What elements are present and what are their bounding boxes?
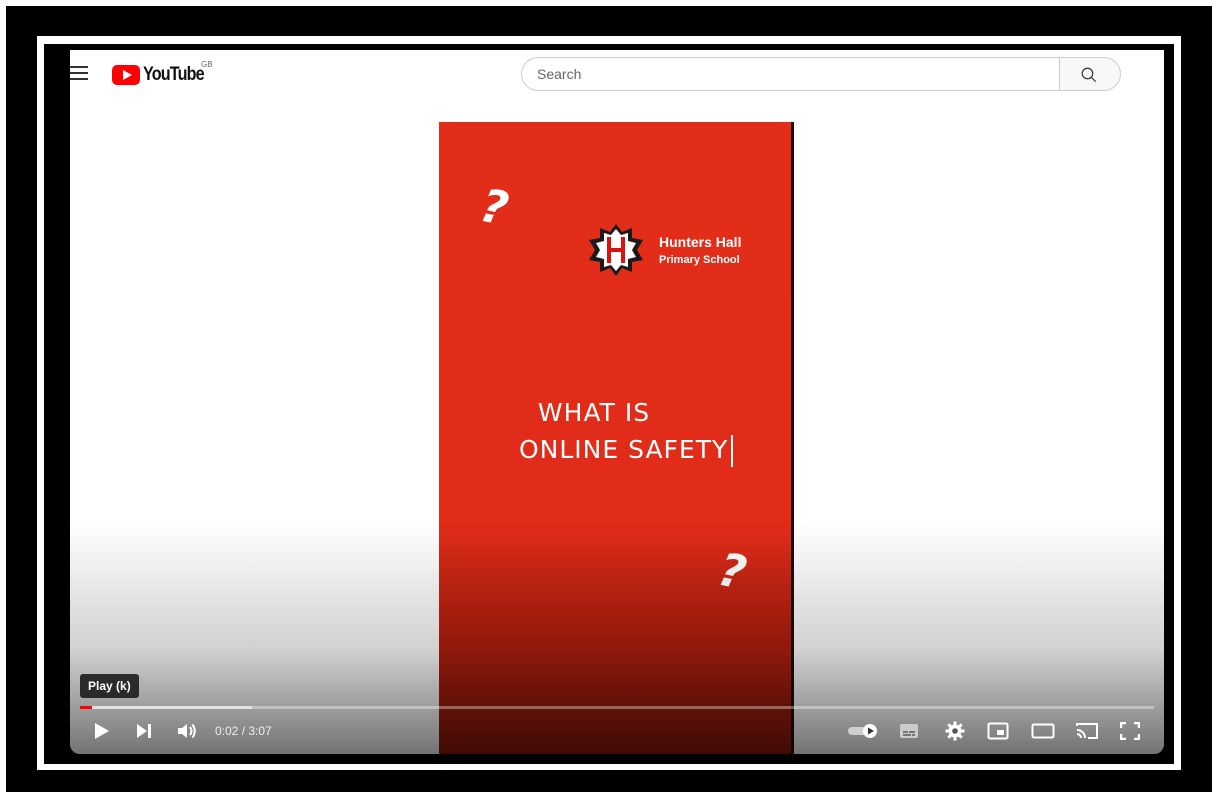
play-button[interactable] [90, 718, 114, 744]
question-mark-bottom: ? [713, 541, 752, 601]
time-separator: / [238, 724, 249, 738]
play-tooltip: Play (k) [80, 674, 139, 698]
progress-bar[interactable] [80, 706, 1154, 709]
youtube-play-logo-icon [112, 65, 140, 85]
cast-button[interactable] [1073, 718, 1101, 744]
headline-line-1: WHAT IS [537, 398, 651, 427]
volume-icon [178, 723, 196, 739]
masthead: YouTube GB Search [70, 50, 1164, 100]
fullscreen-icon [1120, 722, 1140, 740]
next-icon [137, 724, 151, 738]
current-time: 0:02 [215, 724, 239, 738]
theater-mode-button[interactable] [1028, 718, 1058, 744]
youtube-logo[interactable]: YouTube [112, 64, 214, 86]
school-crest-icon [589, 224, 643, 276]
autoplay-toggle[interactable] [846, 718, 880, 744]
volume-button[interactable] [175, 718, 201, 744]
school-subtitle: Primary School [659, 254, 740, 266]
next-button[interactable] [132, 718, 156, 744]
school-name: Hunters Hall [659, 234, 742, 250]
time-display: 0:02 / 3:07 [215, 724, 272, 738]
headline-line-2-text: ONLINE SAFETY [519, 435, 729, 464]
miniplayer-icon [987, 722, 1009, 740]
hamburger-menu-icon[interactable] [70, 66, 88, 80]
youtube-screen: YouTube GB Search ? Hunters Hall Primary… [70, 50, 1164, 754]
duration: 3:07 [248, 724, 272, 738]
subtitles-button[interactable] [896, 718, 922, 744]
theater-mode-icon [1031, 723, 1055, 739]
cast-icon [1076, 723, 1098, 739]
search-button[interactable] [1059, 57, 1121, 91]
question-mark-top: ? [475, 177, 514, 237]
progress-played [80, 706, 92, 709]
subtitles-icon [900, 724, 918, 738]
video-edge-divider [791, 122, 794, 754]
settings-button[interactable] [942, 718, 968, 744]
text-caret [731, 435, 734, 467]
autoplay-toggle-icon [848, 724, 877, 738]
headline-line-2: ONLINE SAFETY [519, 435, 734, 467]
video-frame[interactable]: ? Hunters Hall Primary School WHAT IS ON… [439, 122, 791, 754]
fullscreen-button[interactable] [1116, 718, 1144, 744]
search-input[interactable]: Search [521, 57, 1059, 91]
youtube-logo-text: YouTube [143, 64, 205, 85]
country-code: GB [201, 60, 213, 69]
progress-buffered [80, 706, 252, 709]
miniplayer-button[interactable] [985, 718, 1011, 744]
play-icon [95, 723, 109, 739]
search-icon [1081, 67, 1097, 83]
gear-icon [945, 721, 965, 741]
